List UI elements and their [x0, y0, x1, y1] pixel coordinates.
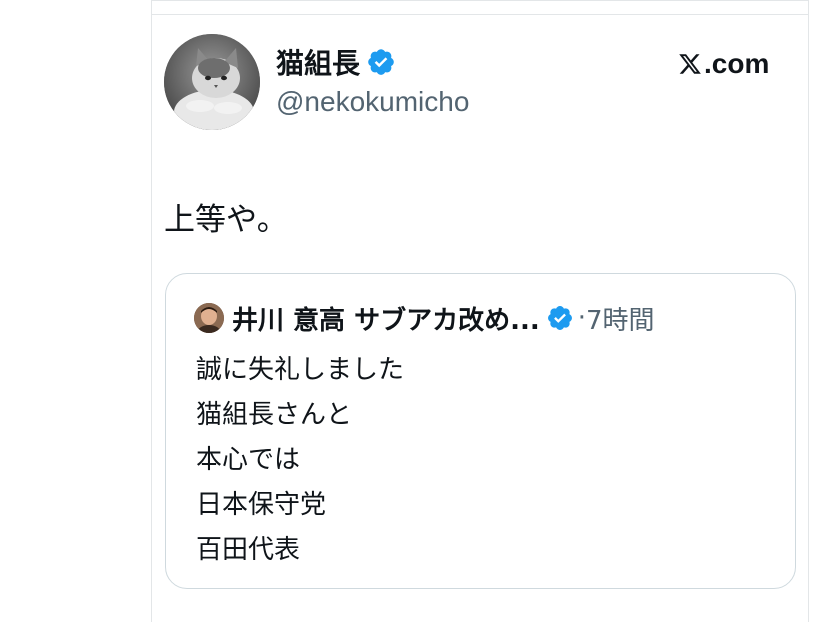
quote-separator: ·: [577, 303, 587, 333]
quote-header: 井川 意高 サブアカ改め... · 7時間: [194, 298, 655, 338]
cat-avatar-icon: [164, 34, 260, 130]
quote-line: 百田代表: [196, 535, 301, 565]
author-avatar[interactable]: [164, 34, 260, 130]
x-brand[interactable]: .com: [678, 44, 769, 84]
quote-body: 誠に失礼しました 猫組長さんと 本心では 日本保守党 百田代表: [196, 348, 404, 573]
brand-suffix: .com: [704, 48, 770, 79]
quote-line: 猫組長さんと: [196, 400, 353, 430]
quote-author-avatar[interactable]: [194, 303, 224, 333]
author-name-row[interactable]: 猫組長: [276, 40, 396, 84]
author-display-name[interactable]: 猫組長: [276, 42, 360, 82]
quote-line: 誠に失礼しました: [196, 355, 405, 385]
quote-author-name[interactable]: 井川 意高 サブアカ改め...: [232, 300, 540, 337]
verified-badge-icon: [366, 47, 396, 77]
quote-timestamp[interactable]: 7時間: [586, 300, 655, 337]
verified-badge-icon: [546, 304, 574, 332]
divider: [151, 14, 809, 15]
x-logo-icon: [678, 52, 702, 76]
quoted-tweet[interactable]: 井川 意高 サブアカ改め... · 7時間 誠に失礼しました 猫組長さんと 本心…: [165, 273, 796, 589]
tweet-screenshot: 猫組長 @nekokumicho .com 上等や。 井川 意高 サブアカ改め.…: [0, 0, 828, 622]
person-avatar-icon: [194, 303, 224, 333]
quote-line: 本心では: [196, 445, 301, 475]
quote-line: 日本保守党: [196, 490, 327, 520]
author-handle[interactable]: @nekokumicho: [276, 86, 469, 118]
tweet-text: 上等や。: [164, 202, 288, 238]
